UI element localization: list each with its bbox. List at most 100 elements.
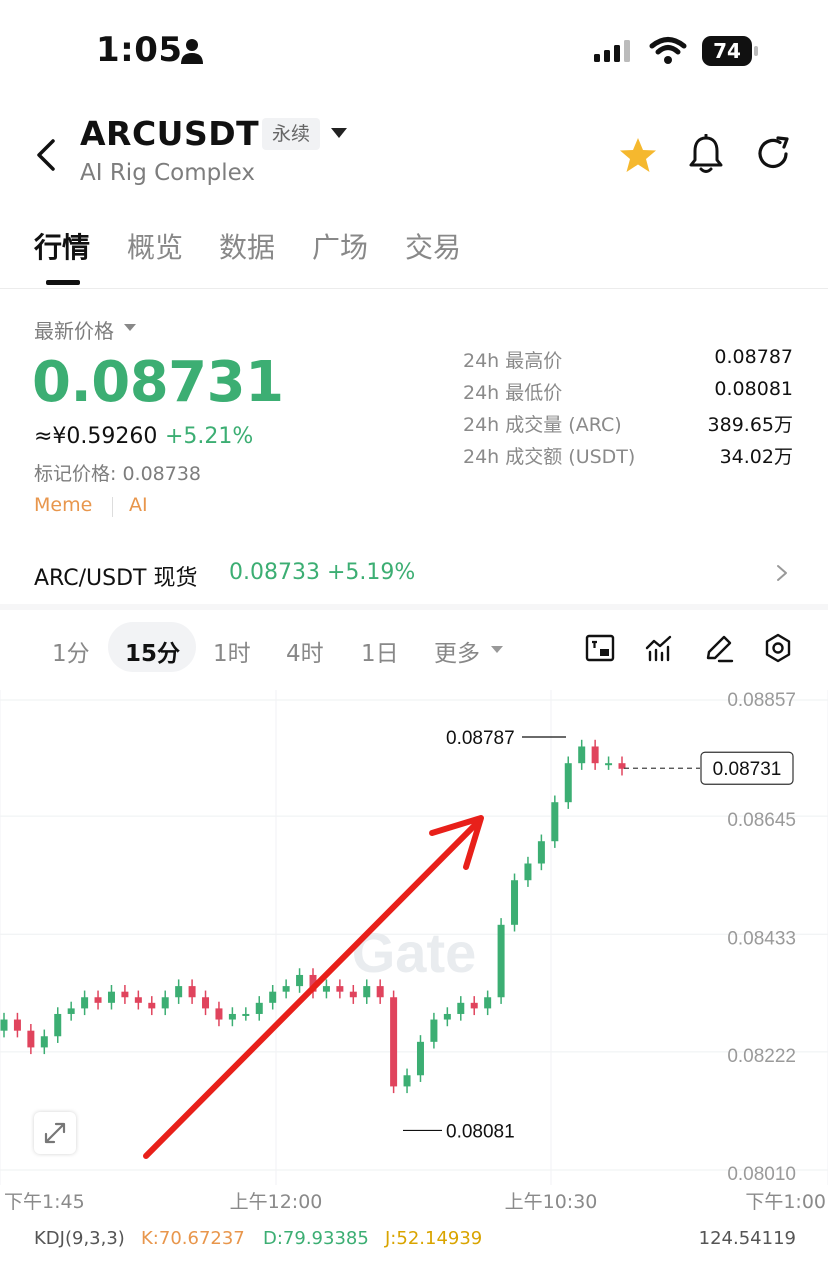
stat-label-low: 24h 最低价	[463, 382, 563, 404]
stat-value-high: 0.08787	[714, 346, 793, 368]
expand-icon[interactable]	[34, 1112, 76, 1154]
active-tab-indicator	[46, 280, 80, 285]
candle-body	[94, 997, 102, 1003]
stat-label-turnover: 24h 成交额 (USDT)	[463, 446, 636, 468]
candle-body	[443, 1013, 451, 1020]
stat-value-volume: 389.65万	[707, 414, 793, 436]
interval-1d[interactable]: 1日	[361, 634, 399, 668]
more-dropdown-icon[interactable]	[491, 646, 503, 653]
candle-body	[322, 986, 330, 992]
spot-change-value: +5.19%	[326, 560, 416, 585]
refresh-icon[interactable]	[754, 134, 794, 174]
tab-overview[interactable]: 概览	[127, 226, 183, 266]
symbol-dropdown-icon[interactable]	[331, 128, 347, 138]
back-icon[interactable]	[30, 138, 64, 172]
candle-body	[228, 1013, 236, 1020]
candle-body	[551, 802, 559, 842]
candle-body	[578, 746, 586, 764]
candle-body	[27, 1030, 35, 1048]
bell-icon[interactable]	[688, 134, 724, 174]
candle-body	[605, 763, 613, 766]
settings-icon[interactable]	[762, 632, 794, 664]
x-tick-label: 下午1:00	[745, 1191, 826, 1213]
kdj-j: J:52.14939	[385, 1228, 483, 1249]
candle-body	[269, 991, 277, 1003]
kdj-k: K:70.67237	[141, 1228, 245, 1249]
candle-body	[121, 991, 129, 998]
candle-body	[564, 763, 572, 803]
candle-body	[188, 986, 196, 998]
last-price: 0.08731	[32, 350, 284, 415]
candle-body	[161, 997, 169, 1009]
interval-1m[interactable]: 1分	[52, 634, 90, 668]
stat-label-volume: 24h 成交量 (ARC)	[463, 414, 622, 436]
contract-type-badge: 永续	[262, 118, 321, 150]
candle-body	[67, 1008, 75, 1014]
candle-body	[497, 924, 505, 998]
candle-body	[242, 1013, 250, 1016]
price-type-dropdown-icon[interactable]	[124, 324, 136, 331]
candle-body	[390, 997, 398, 1087]
candle-body	[40, 1036, 48, 1048]
asset-name: AI Rig Complex	[80, 160, 255, 186]
candle-body	[13, 1019, 21, 1031]
tag-meme[interactable]: Meme	[34, 494, 92, 516]
cellular-signal-icon	[594, 40, 630, 62]
tab-data[interactable]: 数据	[219, 226, 275, 266]
kdj-right-value: 124.54119	[698, 1228, 796, 1249]
star-icon[interactable]	[618, 136, 658, 174]
tag-ai[interactable]: AI	[129, 494, 148, 516]
symbol-title[interactable]: ARCUSDT	[80, 114, 259, 153]
stat-value-turnover: 34.02万	[719, 446, 793, 468]
candle-body	[282, 986, 290, 992]
kdj-d: D:79.93385	[263, 1228, 369, 1249]
candle-body	[81, 997, 89, 1009]
y-tick-label: 0.08433	[727, 928, 796, 949]
y-tick-label: 0.08645	[727, 810, 796, 831]
chart-type-icon[interactable]	[584, 632, 616, 664]
chevron-right-icon[interactable]	[774, 564, 790, 582]
spot-price-value: 0.08733	[229, 560, 320, 585]
candle-body	[0, 1019, 8, 1031]
cny-price: ≈¥0.59260	[34, 424, 158, 449]
candle-body	[511, 880, 519, 925]
spot-price: 0.08733 +5.19%	[229, 560, 415, 585]
price-change: +5.21%	[165, 424, 254, 449]
candle-body	[470, 1002, 478, 1009]
candle-body	[148, 1002, 156, 1009]
tab-square[interactable]: 广场	[312, 226, 368, 266]
wifi-icon	[649, 37, 687, 64]
candle-body	[376, 986, 384, 998]
candle-body	[349, 991, 357, 998]
candle-body	[134, 997, 142, 1003]
stat-value-low: 0.08081	[714, 378, 793, 400]
x-tick-label: 上午10:30	[505, 1191, 598, 1213]
candle-body	[296, 974, 304, 987]
candle-body	[484, 997, 492, 1009]
interval-15m[interactable]: 15分	[125, 634, 180, 668]
candle-body	[202, 997, 210, 1009]
y-tick-label: 0.08010	[727, 1164, 796, 1185]
draw-icon[interactable]	[703, 632, 735, 664]
indicator-icon[interactable]	[644, 632, 676, 664]
status-time: 1:05	[96, 30, 183, 70]
candlestick-chart[interactable]: Gate 0.087870.080810.08731 0.088570.0864…	[0, 690, 828, 1262]
candle-body	[215, 1008, 223, 1020]
interval-4h[interactable]: 4时	[286, 634, 324, 668]
candle-body	[175, 986, 183, 998]
spot-pair-label[interactable]: ARC/USDT 现货	[34, 560, 197, 592]
candle-body	[591, 746, 599, 764]
tab-trade[interactable]: 交易	[405, 226, 461, 266]
interval-more[interactable]: 更多	[434, 634, 480, 668]
person-icon	[181, 39, 203, 64]
x-tick-label: 下午1:45	[4, 1191, 85, 1213]
tab-market[interactable]: 行情	[34, 226, 90, 266]
last-price-label[interactable]: 最新价格	[34, 315, 114, 344]
candle-body	[336, 986, 344, 992]
interval-1h[interactable]: 1时	[213, 634, 251, 668]
tabs-divider	[0, 288, 828, 289]
candle-body	[457, 1002, 465, 1014]
y-tick-label: 0.08857	[727, 690, 796, 711]
last-price-label: 0.08731	[713, 759, 782, 780]
candle-body	[403, 1075, 411, 1087]
